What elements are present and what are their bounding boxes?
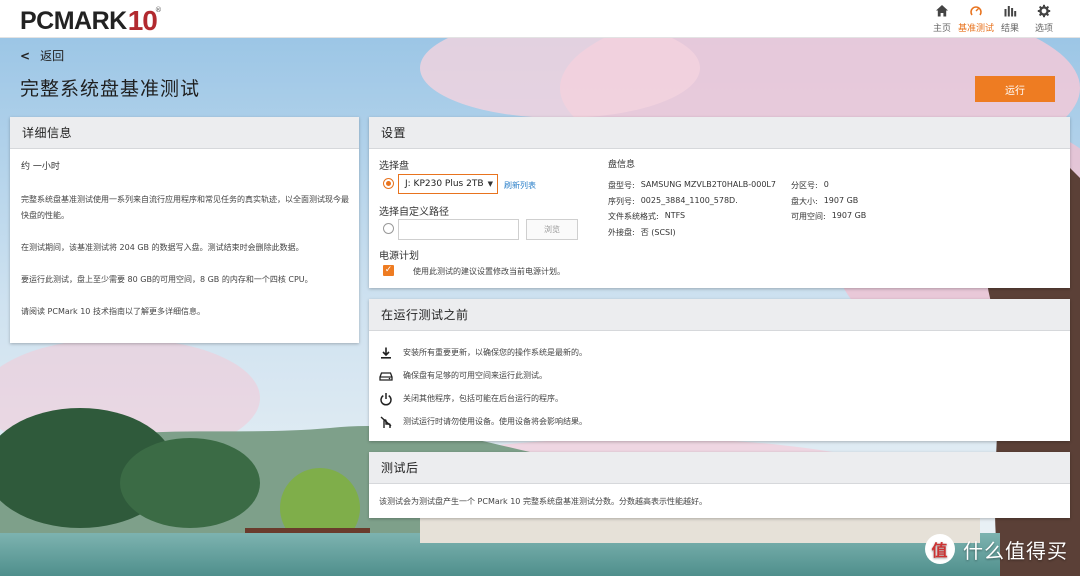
before-step: 关闭其他程序，包括可能在后台运行的程序。	[379, 387, 1070, 410]
watermark-text: 什么值得买	[963, 538, 1068, 563]
chevron-left-icon: <	[20, 48, 31, 63]
gauge-icon	[970, 6, 982, 16]
after-test-text: 该测试会为测试盘产生一个 PCMark 10 完整系统盘基准测试分数。分数越高表…	[379, 497, 707, 506]
before-step: 安装所有重要更新，以确保您的操作系统是最新的。	[379, 341, 1070, 364]
watermark: 值 什么值得买	[925, 534, 1068, 564]
disk-partition-key: 分区号:	[791, 181, 818, 190]
settings-panel-title: 设置	[369, 117, 1070, 149]
disk-free-key: 可用空间:	[791, 212, 826, 221]
disk-external-key: 外接盘:	[608, 228, 635, 237]
disk-size-key: 盘大小:	[791, 197, 818, 206]
disk-partition-value: 0	[823, 180, 829, 189]
nav-item-benchmarks[interactable]: 基准测试	[958, 4, 995, 34]
disk-partition-row: 分区号: 0	[791, 180, 829, 191]
disk-serial-row: 序列号: 0025_3884_1100_578D.	[608, 196, 738, 207]
disk-filesystem-row: 文件系统格式: NTFS	[608, 211, 685, 222]
top-bar: PCMARK 10 ® 主页 基准测试 结果 选项	[0, 0, 1080, 38]
bar-chart-icon	[1004, 6, 1017, 17]
disk-external-row: 外接盘: 否 (SCSI)	[608, 227, 676, 238]
disk-size-value: 1907 GB	[823, 196, 859, 205]
before-step-text: 测试运行时请勿使用设备。使用设备将会影响结果。	[403, 417, 587, 426]
pcmark-logo: PCMARK 10 ®	[20, 5, 162, 36]
before-step-text: 关闭其他程序，包括可能在后台运行的程序。	[403, 394, 563, 403]
nav-item-results[interactable]: 结果	[994, 4, 1026, 34]
nav-item-home[interactable]: 主页	[926, 4, 958, 34]
nav-label-benchmarks: 基准测试	[958, 24, 995, 34]
details-panel-title: 详细信息	[10, 117, 359, 149]
power-plan-checkbox-label: 使用此测试的建议设置修改当前电源计划。	[413, 267, 565, 276]
home-icon	[936, 5, 948, 17]
page-title: 完整系统盘基准测试	[20, 78, 201, 100]
disk-filesystem-value: NTFS	[664, 211, 686, 220]
power-plan-checkbox[interactable]: ✓	[383, 265, 394, 276]
details-panel-body: 约 一小时 完整系统盘基准测试使用一系列来自流行应用程序和常见任务的真实轨迹，以…	[10, 149, 359, 320]
power-plan-label: 电源计划	[379, 251, 419, 262]
before-step-text: 确保盘有足够的可用空间来运行此测试。	[403, 371, 547, 380]
details-paragraph: 完整系统盘基准测试使用一系列来自流行应用程序和常见任务的真实轨迹，以全面测试现今…	[21, 195, 349, 220]
disk-info-title: 盘信息	[608, 160, 636, 170]
nav-item-options[interactable]: 选项	[1028, 4, 1060, 34]
before-step: 确保盘有足够的可用空间来运行此测试。	[379, 364, 1070, 387]
drive-icon	[379, 371, 393, 381]
gear-icon	[1037, 4, 1051, 18]
disk-free-row: 可用空间: 1907 GB	[791, 211, 866, 222]
duration-text: 约 一小时	[21, 162, 60, 172]
nav-label-home: 主页	[932, 24, 951, 34]
run-button[interactable]: 运行	[975, 76, 1055, 102]
before-test-panel-title: 在运行测试之前	[369, 299, 1070, 331]
before-test-panel-body: 安装所有重要更新，以确保您的操作系统是最新的。 确保盘有足够的可用空间来运行此测…	[369, 331, 1070, 433]
settings-panel: 设置 选择盘 J: KP230 Plus 2TB ▼ 刷新列表 选择自定义路径 …	[369, 117, 1070, 288]
browse-button[interactable]: 浏览	[526, 219, 578, 240]
details-paragraph: 在测试期间，该基准测试将 204 GB 的数据写入盘。测试结束时会删除此数据。	[21, 243, 304, 252]
before-step: 测试运行时请勿使用设备。使用设备将会影响结果。	[379, 410, 1070, 433]
disk-select-value: J: KP230 Plus 2TB	[405, 179, 484, 189]
custom-path-input[interactable]	[398, 219, 519, 240]
refresh-list-link[interactable]: 刷新列表	[504, 180, 536, 191]
settings-panel-body: 选择盘 J: KP230 Plus 2TB ▼ 刷新列表 选择自定义路径 浏览 …	[369, 149, 1070, 288]
logo-version: 10	[127, 5, 158, 36]
power-icon	[380, 392, 392, 406]
caret-down-icon: ▼	[487, 180, 493, 188]
nav-label-options: 选项	[1034, 24, 1053, 34]
select-disk-label: 选择盘	[379, 161, 409, 172]
after-test-panel-body: 该测试会为测试盘产生一个 PCMark 10 完整系统盘基准测试分数。分数越高表…	[369, 484, 1070, 507]
watermark-badge: 值	[925, 534, 955, 564]
before-test-panel: 在运行测试之前 安装所有重要更新，以确保您的操作系统是最新的。 确保盘有足够的可…	[369, 299, 1070, 441]
disk-model-key: 盘型号:	[608, 181, 635, 190]
back-link[interactable]: < 返回	[20, 47, 64, 64]
after-test-panel-title: 测试后	[369, 452, 1070, 484]
disk-serial-key: 序列号:	[608, 197, 635, 206]
disk-filesystem-key: 文件系统格式:	[608, 212, 659, 221]
no-touch-icon	[380, 415, 392, 428]
back-label: 返回	[40, 49, 65, 63]
after-test-panel: 测试后 该测试会为测试盘产生一个 PCMark 10 完整系统盘基准测试分数。分…	[369, 452, 1070, 518]
disk-model-value: SAMSUNG MZVLB2T0HALB-000L7	[640, 180, 776, 189]
disk-model-row: 盘型号: SAMSUNG MZVLB2T0HALB-000L7	[608, 180, 776, 191]
logo-text: PCMARK	[20, 7, 127, 35]
details-panel: 详细信息 约 一小时 完整系统盘基准测试使用一系列来自流行应用程序和常见任务的真…	[10, 117, 359, 343]
main-nav: 主页 基准测试 结果 选项	[926, 4, 1060, 34]
logo-registered: ®	[154, 6, 162, 14]
before-step-text: 安装所有重要更新，以确保您的操作系统是最新的。	[403, 348, 587, 357]
nav-label-results: 结果	[1000, 24, 1019, 34]
disk-select[interactable]: J: KP230 Plus 2TB ▼	[398, 174, 498, 194]
disk-size-row: 盘大小: 1907 GB	[791, 196, 858, 207]
disk-free-value: 1907 GB	[831, 211, 867, 220]
select-disk-radio[interactable]	[383, 178, 394, 189]
download-icon	[381, 347, 391, 359]
custom-path-radio[interactable]	[383, 223, 394, 234]
disk-serial-value: 0025_3884_1100_578D.	[640, 196, 738, 205]
custom-path-label: 选择自定义路径	[379, 207, 449, 218]
details-paragraph: 请阅读 PCMark 10 技术指南以了解更多详细信息。	[21, 307, 205, 316]
details-paragraph: 要运行此测试，盘上至少需要 80 GB的可用空间，8 GB 的内存和一个四核 C…	[21, 275, 313, 284]
disk-external-value: 否 (SCSI)	[640, 228, 676, 237]
